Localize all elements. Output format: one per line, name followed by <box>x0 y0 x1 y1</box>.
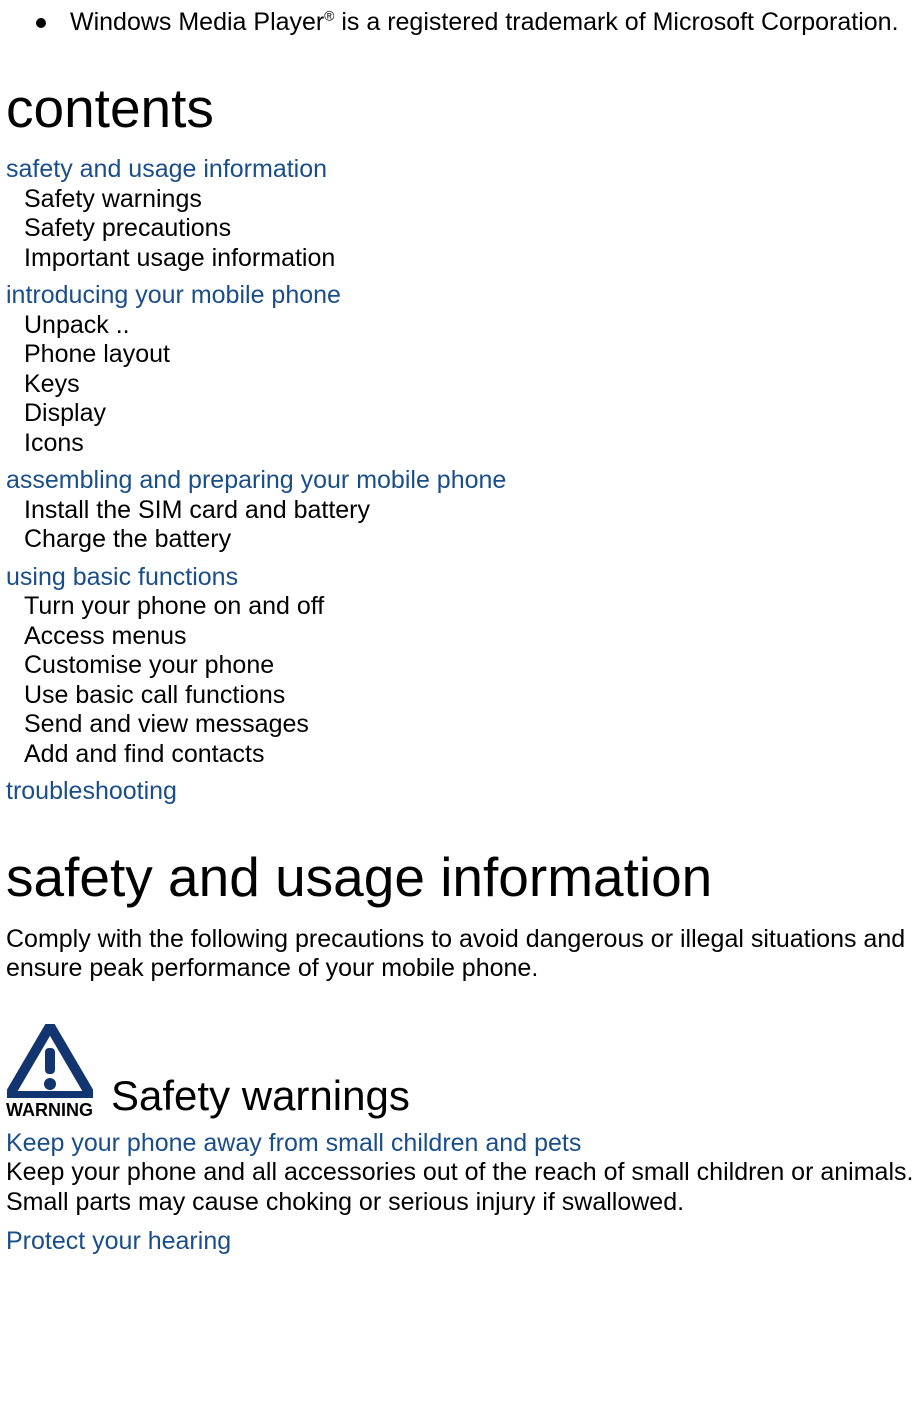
toc-section-assembling: assembling and preparing your mobile pho… <box>6 466 912 555</box>
trademark-text: Windows Media Player® is a registered tr… <box>70 8 912 38</box>
subhead-protect-hearing: Protect your hearing <box>6 1227 912 1257</box>
warning-triangle-icon <box>7 1024 93 1098</box>
toc-section-safety: safety and usage information Safety warn… <box>6 155 912 273</box>
heading-safety-usage: safety and usage information <box>6 849 912 907</box>
toc-item[interactable]: Customise your phone <box>24 651 912 681</box>
trademark-suffix: is a registered trademark of Microsoft C… <box>334 8 898 36</box>
toc-head[interactable]: introducing your mobile phone <box>6 281 912 311</box>
toc-head[interactable]: troubleshooting <box>6 777 912 807</box>
toc-item[interactable]: Important usage information <box>24 244 912 274</box>
toc-item[interactable]: Phone layout <box>24 340 912 370</box>
heading-safety-warnings: Safety warnings <box>111 1075 410 1121</box>
para-keep-away: Keep your phone and all accessories out … <box>6 1158 912 1217</box>
toc-head[interactable]: assembling and preparing your mobile pho… <box>6 466 912 496</box>
intro-paragraph: Comply with the following precautions to… <box>6 925 912 984</box>
toc-section-basic-functions: using basic functions Turn your phone on… <box>6 563 912 770</box>
toc-head[interactable]: safety and usage information <box>6 155 912 185</box>
warning-icon-block: WARNING <box>6 1024 93 1121</box>
toc-item[interactable]: Access menus <box>24 622 912 652</box>
toc-head[interactable]: using basic functions <box>6 563 912 593</box>
toc-item[interactable]: Display <box>24 399 912 429</box>
bullet-icon <box>36 18 46 28</box>
toc-item[interactable]: Send and view messages <box>24 710 912 740</box>
toc-item[interactable]: Turn your phone on and off <box>24 592 912 622</box>
trademark-prefix: Windows Media Player <box>70 8 324 36</box>
toc-item[interactable]: Unpack .. <box>24 311 912 341</box>
registered-symbol: ® <box>324 9 334 24</box>
toc-item[interactable]: Charge the battery <box>24 525 912 555</box>
trademark-bullet: Windows Media Player® is a registered tr… <box>36 8 912 38</box>
toc-item[interactable]: Safety precautions <box>24 214 912 244</box>
toc-item[interactable]: Use basic call functions <box>24 681 912 711</box>
toc-item[interactable]: Safety warnings <box>24 185 912 215</box>
toc-item[interactable]: Icons <box>24 429 912 459</box>
toc-item[interactable]: Add and find contacts <box>24 740 912 770</box>
heading-contents: contents <box>6 80 912 138</box>
toc-section-troubleshooting: troubleshooting <box>6 777 912 807</box>
toc-section-introducing: introducing your mobile phone Unpack .. … <box>6 281 912 458</box>
subhead-keep-away: Keep your phone away from small children… <box>6 1129 912 1159</box>
safety-warnings-header: WARNING Safety warnings <box>6 1024 912 1121</box>
toc-item[interactable]: Install the SIM card and battery <box>24 496 912 526</box>
toc-item[interactable]: Keys <box>24 370 912 400</box>
warning-label: WARNING <box>6 1100 93 1121</box>
